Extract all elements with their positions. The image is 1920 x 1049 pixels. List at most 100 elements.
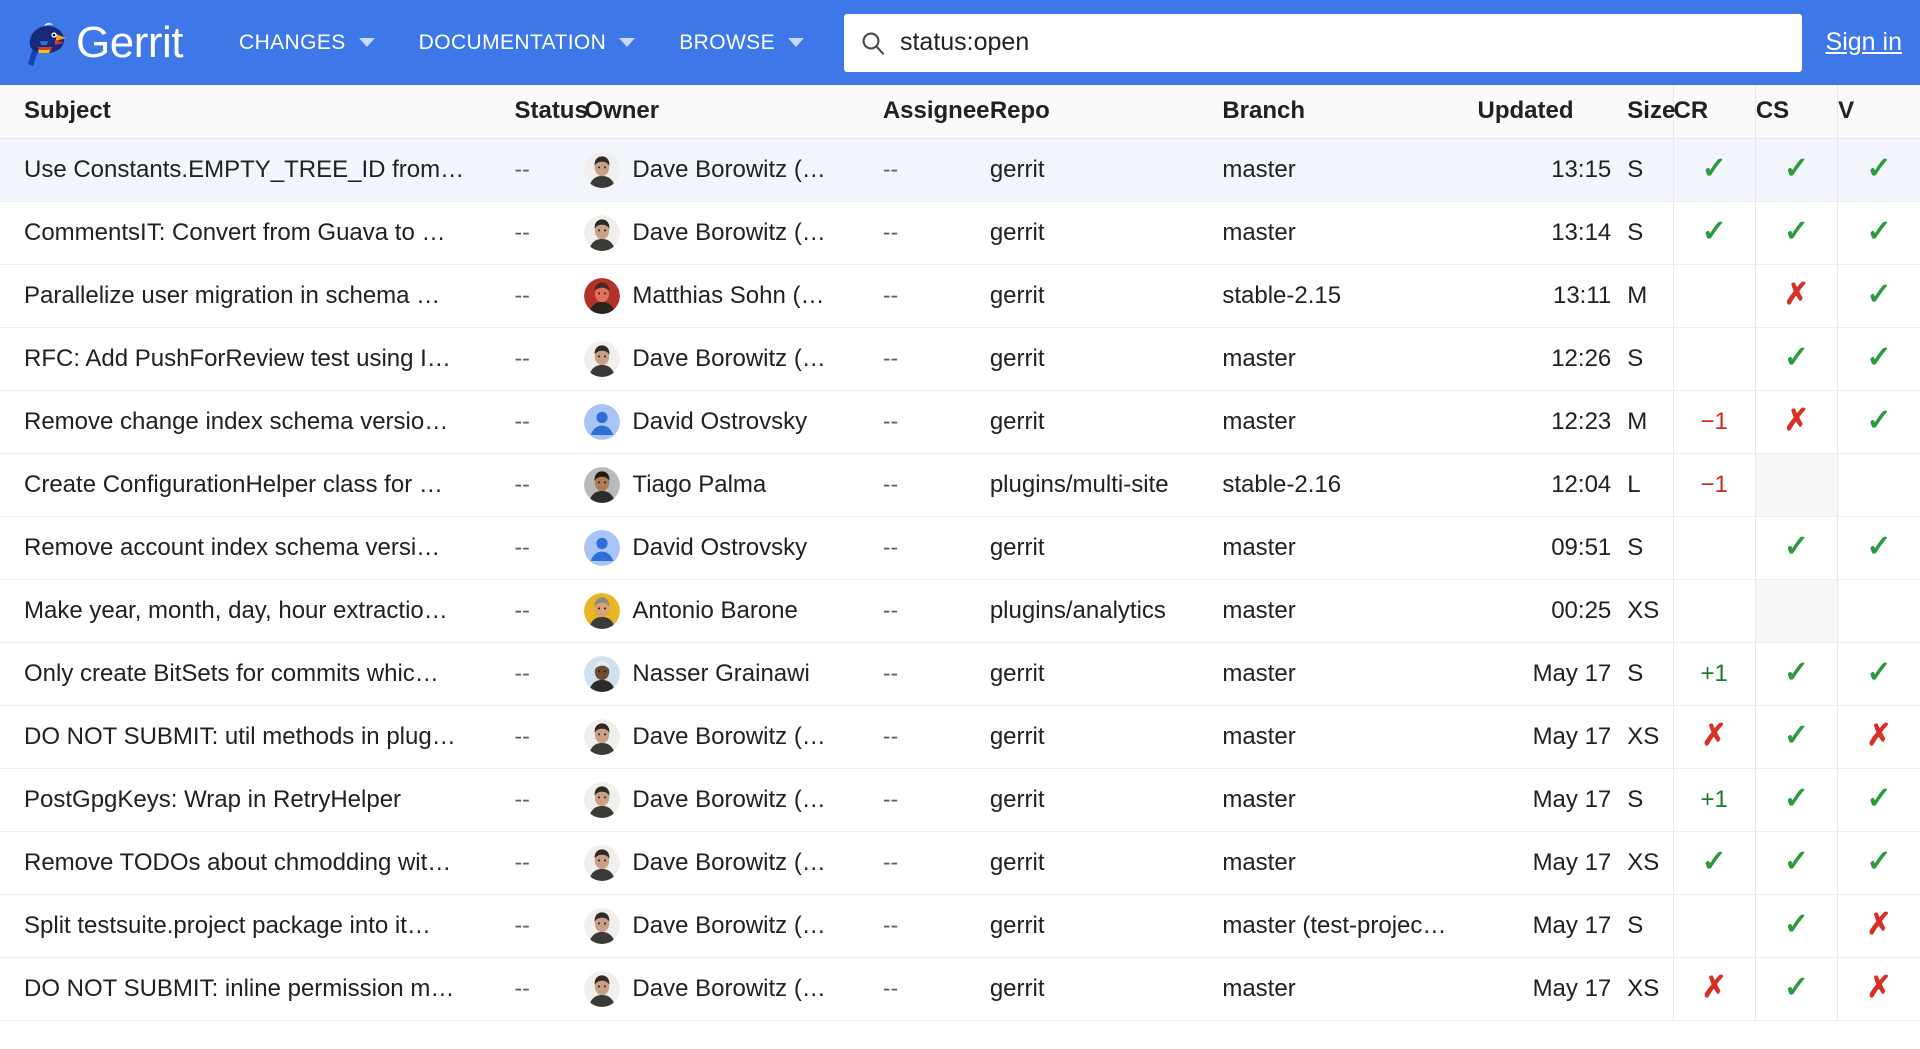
cell-owner[interactable]: Dave Borowitz (… bbox=[584, 768, 882, 831]
owner-name[interactable]: Matthias Sohn (… bbox=[632, 282, 824, 310]
cell-code-review[interactable]: ✓ bbox=[1673, 138, 1755, 201]
repo-link[interactable]: gerrit bbox=[990, 408, 1223, 436]
branch-link[interactable]: master bbox=[1222, 345, 1477, 373]
cell-code-review[interactable] bbox=[1673, 327, 1755, 390]
change-subject-link[interactable]: CommentsIT: Convert from Guava to … bbox=[24, 219, 514, 247]
cell-repo[interactable]: gerrit bbox=[990, 327, 1223, 390]
cell-code-style[interactable] bbox=[1755, 579, 1837, 642]
repo-link[interactable]: gerrit bbox=[990, 219, 1223, 247]
cell-owner[interactable]: Dave Borowitz (… bbox=[584, 327, 882, 390]
repo-link[interactable]: gerrit bbox=[990, 912, 1223, 940]
repo-link[interactable]: plugins/analytics bbox=[990, 597, 1223, 625]
cell-repo[interactable]: gerrit bbox=[990, 957, 1223, 1020]
column-header-status[interactable]: Status bbox=[514, 85, 584, 138]
cell-branch[interactable]: master bbox=[1222, 390, 1477, 453]
cell-subject[interactable]: Create ConfigurationHelper class for … bbox=[0, 453, 514, 516]
cell-repo[interactable]: gerrit bbox=[990, 390, 1223, 453]
change-subject-link[interactable]: Create ConfigurationHelper class for … bbox=[24, 471, 514, 499]
cell-verified[interactable]: ✓ bbox=[1838, 516, 1920, 579]
change-subject-link[interactable]: Make year, month, day, hour extractio… bbox=[24, 597, 514, 625]
cell-owner[interactable]: Dave Borowitz (… bbox=[584, 138, 882, 201]
branch-link[interactable]: master bbox=[1222, 660, 1477, 688]
cell-owner[interactable]: Dave Borowitz (… bbox=[584, 957, 882, 1020]
repo-link[interactable]: gerrit bbox=[990, 660, 1223, 688]
repo-link[interactable]: gerrit bbox=[990, 345, 1223, 373]
cell-verified[interactable]: ✓ bbox=[1838, 768, 1920, 831]
cell-subject[interactable]: DO NOT SUBMIT: inline permission m… bbox=[0, 957, 514, 1020]
column-header-branch[interactable]: Branch bbox=[1222, 85, 1477, 138]
branch-link[interactable]: master bbox=[1222, 156, 1477, 184]
cell-branch[interactable]: stable-2.16 bbox=[1222, 453, 1477, 516]
cell-code-style[interactable]: ✓ bbox=[1755, 138, 1837, 201]
cell-repo[interactable]: plugins/analytics bbox=[990, 579, 1223, 642]
table-row[interactable]: Remove TODOs about chmodding wit…--Dave … bbox=[0, 831, 1920, 894]
repo-link[interactable]: gerrit bbox=[990, 849, 1223, 877]
table-row[interactable]: Split testsuite.project package into it…… bbox=[0, 894, 1920, 957]
table-row[interactable]: Remove account index schema versi…--Davi… bbox=[0, 516, 1920, 579]
owner-name[interactable]: Dave Borowitz (… bbox=[632, 912, 825, 940]
owner-name[interactable]: Dave Borowitz (… bbox=[632, 219, 825, 247]
cell-code-style[interactable]: ✓ bbox=[1755, 327, 1837, 390]
cell-owner[interactable]: Matthias Sohn (… bbox=[584, 264, 882, 327]
table-row[interactable]: DO NOT SUBMIT: inline permission m…--Dav… bbox=[0, 957, 1920, 1020]
nav-item-changes[interactable]: CHANGES bbox=[217, 31, 397, 55]
cell-subject[interactable]: CommentsIT: Convert from Guava to … bbox=[0, 201, 514, 264]
cell-branch[interactable]: master bbox=[1222, 705, 1477, 768]
cell-code-style[interactable]: ✓ bbox=[1755, 516, 1837, 579]
branch-link[interactable]: stable-2.16 bbox=[1222, 471, 1477, 499]
change-subject-link[interactable]: DO NOT SUBMIT: util methods in plug… bbox=[24, 723, 514, 751]
cell-subject[interactable]: Remove change index schema versio… bbox=[0, 390, 514, 453]
cell-branch[interactable]: master bbox=[1222, 642, 1477, 705]
cell-repo[interactable]: plugins/multi-site bbox=[990, 453, 1223, 516]
owner-name[interactable]: Dave Borowitz (… bbox=[632, 975, 825, 1003]
repo-link[interactable]: gerrit bbox=[990, 723, 1223, 751]
table-row[interactable]: PostGpgKeys: Wrap in RetryHelper--Dave B… bbox=[0, 768, 1920, 831]
cell-repo[interactable]: gerrit bbox=[990, 894, 1223, 957]
cell-branch[interactable]: master bbox=[1222, 768, 1477, 831]
nav-item-browse[interactable]: BROWSE bbox=[657, 31, 826, 55]
cell-verified[interactable]: ✓ bbox=[1838, 201, 1920, 264]
owner-name[interactable]: Dave Borowitz (… bbox=[632, 786, 825, 814]
cell-verified[interactable]: ✓ bbox=[1838, 138, 1920, 201]
cell-subject[interactable]: Use Constants.EMPTY_TREE_ID from… bbox=[0, 138, 514, 201]
change-subject-link[interactable]: Remove change index schema versio… bbox=[24, 408, 514, 436]
owner-name[interactable]: Antonio Barone bbox=[632, 597, 797, 625]
cell-owner[interactable]: Dave Borowitz (… bbox=[584, 894, 882, 957]
owner-name[interactable]: David Ostrovsky bbox=[632, 534, 807, 562]
cell-code-review[interactable] bbox=[1673, 894, 1755, 957]
column-header-code-review[interactable]: CR bbox=[1673, 85, 1755, 138]
change-subject-link[interactable]: Split testsuite.project package into it… bbox=[24, 912, 514, 940]
cell-owner[interactable]: Tiago Palma bbox=[584, 453, 882, 516]
cell-verified[interactable]: ✓ bbox=[1838, 642, 1920, 705]
cell-verified[interactable]: ✓ bbox=[1838, 264, 1920, 327]
cell-repo[interactable]: gerrit bbox=[990, 642, 1223, 705]
branch-link[interactable]: master bbox=[1222, 849, 1477, 877]
branch-link[interactable]: master bbox=[1222, 723, 1477, 751]
cell-subject[interactable]: Remove TODOs about chmodding wit… bbox=[0, 831, 514, 894]
cell-branch[interactable]: master bbox=[1222, 957, 1477, 1020]
cell-code-review[interactable] bbox=[1673, 264, 1755, 327]
cell-code-style[interactable]: ✓ bbox=[1755, 894, 1837, 957]
branch-link[interactable]: master bbox=[1222, 597, 1477, 625]
change-subject-link[interactable]: DO NOT SUBMIT: inline permission m… bbox=[24, 975, 514, 1003]
owner-name[interactable]: Dave Borowitz (… bbox=[632, 723, 825, 751]
cell-repo[interactable]: gerrit bbox=[990, 264, 1223, 327]
table-row[interactable]: Only create BitSets for commits whic…--N… bbox=[0, 642, 1920, 705]
cell-code-style[interactable]: ✓ bbox=[1755, 201, 1837, 264]
cell-code-review[interactable]: ✓ bbox=[1673, 201, 1755, 264]
repo-link[interactable]: gerrit bbox=[990, 156, 1223, 184]
cell-owner[interactable]: David Ostrovsky bbox=[584, 516, 882, 579]
cell-branch[interactable]: master bbox=[1222, 516, 1477, 579]
cell-code-review[interactable]: +1 bbox=[1673, 768, 1755, 831]
cell-code-style[interactable]: ✓ bbox=[1755, 642, 1837, 705]
repo-link[interactable]: gerrit bbox=[990, 975, 1223, 1003]
owner-name[interactable]: Nasser Grainawi bbox=[632, 660, 809, 688]
cell-branch[interactable]: master bbox=[1222, 327, 1477, 390]
cell-subject[interactable]: Parallelize user migration in schema … bbox=[0, 264, 514, 327]
cell-subject[interactable]: Remove account index schema versi… bbox=[0, 516, 514, 579]
column-header-subject[interactable]: Subject bbox=[0, 85, 514, 138]
cell-branch[interactable]: stable-2.15 bbox=[1222, 264, 1477, 327]
owner-name[interactable]: Tiago Palma bbox=[632, 471, 766, 499]
change-subject-link[interactable]: Remove account index schema versi… bbox=[24, 534, 514, 562]
owner-name[interactable]: David Ostrovsky bbox=[632, 408, 807, 436]
